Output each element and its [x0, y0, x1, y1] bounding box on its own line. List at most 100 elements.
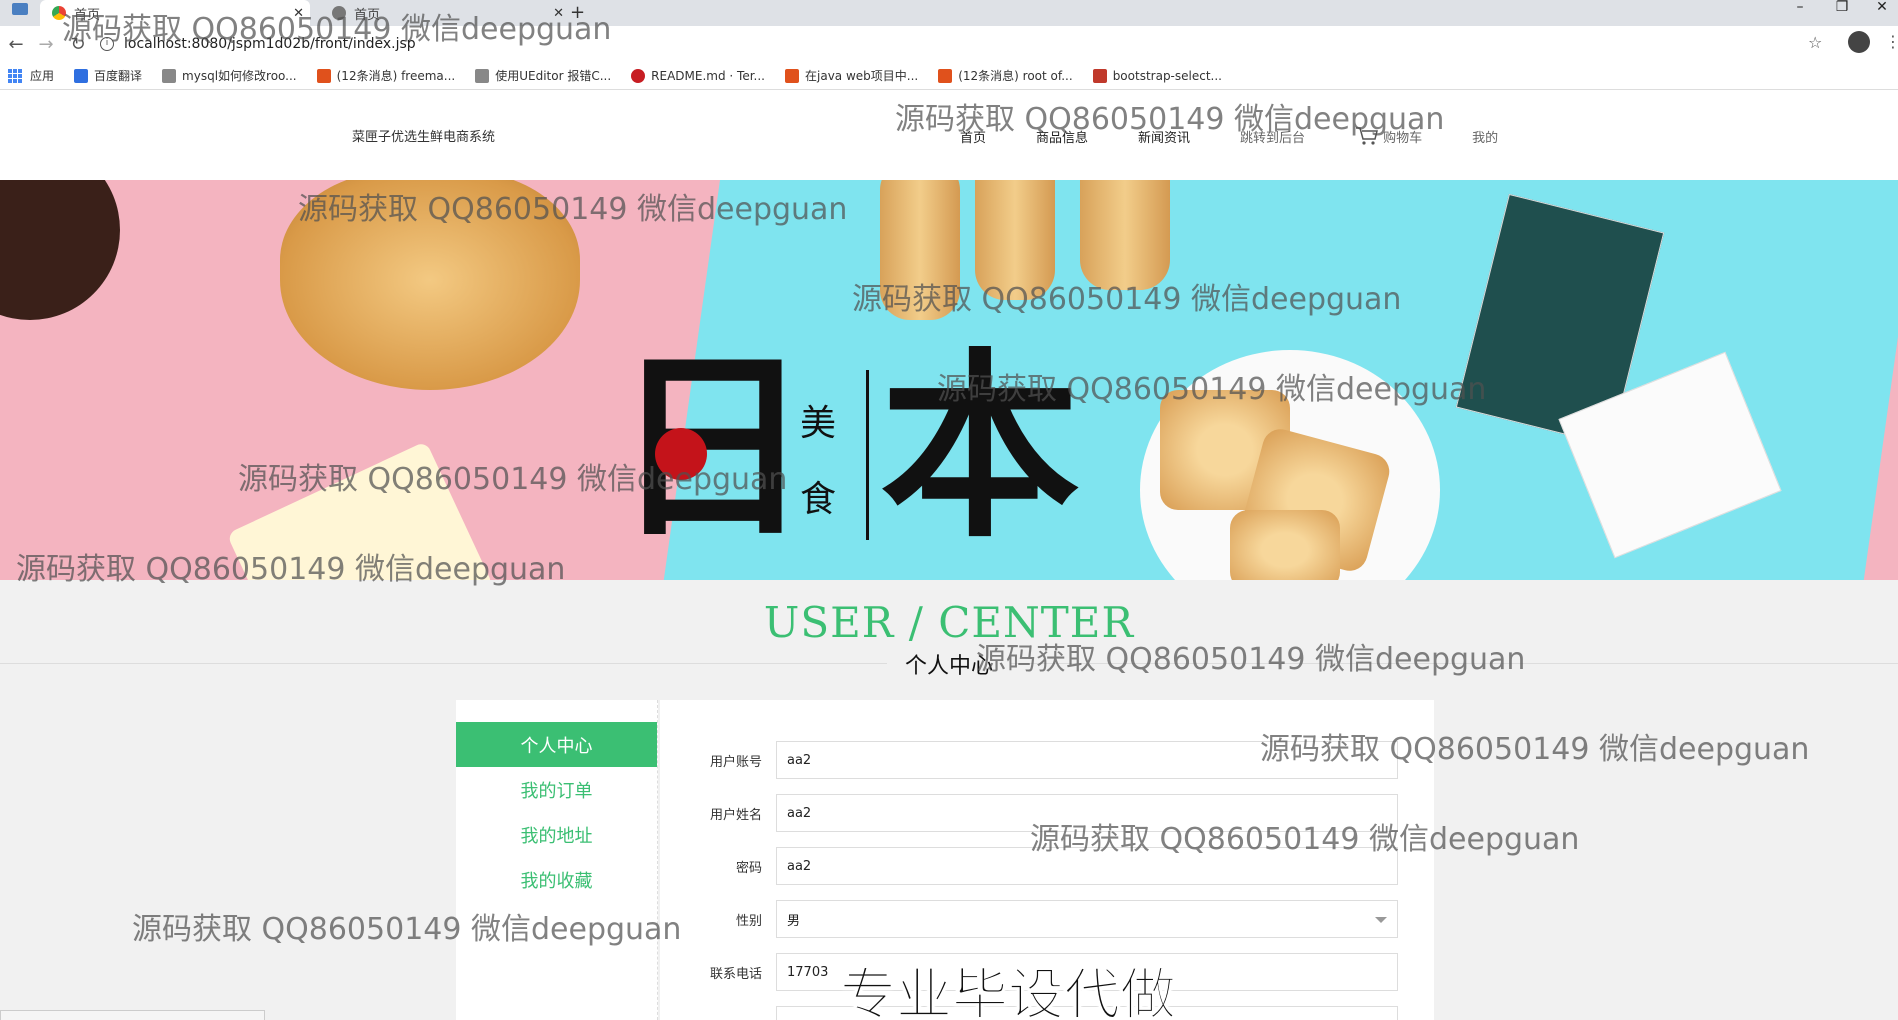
bookmark-label: bootstrap-select... [1112, 68, 1222, 83]
browser-tabstrip: 首页 ✕ 首页 ✕ + – ❐ ✕ [0, 0, 1898, 26]
heart-cookie-image [280, 180, 580, 390]
apps-grid-icon [8, 68, 22, 83]
menu-kebab-icon[interactable]: ⋮ [1885, 32, 1898, 51]
sidebar-item-orders[interactable]: 我的订单 [456, 767, 657, 812]
banner-divider [764, 370, 767, 520]
biscuit-image [1230, 510, 1340, 580]
bookmark-item[interactable]: 百度翻译 [74, 67, 142, 84]
phone-label: 联系电话 [709, 966, 762, 982]
nav-products[interactable]: 商品信息 [1036, 127, 1088, 146]
forward-arrow-icon[interactable]: → [34, 34, 58, 55]
account-input[interactable]: aa2 [776, 741, 1398, 779]
cookie-roll-image [975, 180, 1055, 300]
bookmark-label: 在java web项目中... [805, 69, 919, 83]
cookie-roll-image [1080, 180, 1170, 290]
gender-value: 男 [787, 913, 801, 929]
close-tab-icon[interactable]: ✕ [293, 6, 304, 21]
csdn-icon [785, 68, 799, 83]
browser-tab-2[interactable]: 首页 ✕ [320, 0, 570, 26]
sidebar-item-address[interactable]: 我的地址 [456, 812, 657, 857]
banner-char-mei: 美 [800, 403, 837, 444]
reload-icon[interactable]: ↻ [66, 34, 90, 55]
nav-mine[interactable]: 我的 [1472, 127, 1498, 146]
bookmark-label: 百度翻译 [94, 69, 143, 83]
url-field[interactable]: i localhost:8080/jspm1d02b/front/index.j… [100, 31, 1820, 57]
globe-icon [332, 6, 346, 20]
name-label: 用户姓名 [709, 807, 762, 823]
chevron-down-icon [1375, 917, 1387, 923]
new-tab-button[interactable]: + [570, 2, 585, 23]
gitee-icon [631, 68, 646, 83]
restore-button[interactable]: ❐ [1822, 0, 1862, 14]
hero-banner[interactable]: 日 美 食 本 [0, 180, 1898, 580]
url-text: localhost:8080/jspm1d02b/front/index.jsp [124, 36, 416, 52]
nav-cart[interactable]: 购物车 [1355, 126, 1422, 146]
bookmark-item[interactable]: mysql如何修改roo... [162, 67, 297, 84]
nav-admin[interactable]: 跳转到后台 [1240, 127, 1305, 146]
site-header: 菜匣子优选生鲜电商系统 首页 商品信息 新闻资讯 跳转到后台 购物车 我的 [0, 90, 1898, 180]
close-window-button[interactable]: ✕ [1862, 0, 1898, 14]
bookmark-apps[interactable]: 应用 [8, 67, 54, 84]
chrome-favicon-icon [52, 6, 66, 20]
page-icon [1092, 68, 1107, 83]
banner-divider [866, 370, 869, 540]
password-input[interactable]: aa2 [776, 847, 1398, 885]
sidebar-item-profile[interactable]: 个人中心 [456, 722, 657, 767]
form-row-password: 密码 aa2 [660, 846, 1434, 886]
form-row-name: 用户姓名 aa2 [660, 793, 1434, 833]
form-row-gender: 性别 男 [660, 899, 1434, 939]
name-input[interactable]: aa2 [776, 794, 1398, 832]
bookmark-item[interactable]: (12条消息) root of... [938, 67, 1073, 84]
bookmark-item[interactable]: 使用UEditor 报错C... [475, 67, 611, 84]
gender-label: 性别 [735, 913, 762, 929]
gender-select[interactable]: 男 [776, 900, 1398, 938]
address-bar: ← → ↻ i localhost:8080/jspm1d02b/front/i… [0, 26, 1898, 62]
tab-2-label: 首页 [354, 7, 381, 23]
page-icon [162, 68, 177, 83]
back-arrow-icon[interactable]: ← [4, 34, 28, 55]
password-label: 密码 [735, 860, 762, 876]
bookmark-label: 使用UEditor 报错C... [495, 69, 612, 83]
cart-icon [1356, 127, 1379, 145]
chocolate-image [0, 180, 120, 320]
account-label: 用户账号 [709, 754, 762, 770]
main-nav: 首页 商品信息 新闻资讯 跳转到后台 购物车 我的 [960, 126, 1548, 146]
bookmark-item[interactable]: (12条消息) freema... [316, 67, 456, 84]
minimize-button[interactable]: – [1780, 0, 1820, 14]
bookmark-label: (12条消息) freema... [336, 69, 456, 83]
section-subtitle-text: 个人中心 [886, 654, 1011, 679]
close-tab-icon[interactable]: ✕ [553, 6, 564, 21]
browser-tab-1[interactable]: 首页 ✕ [40, 0, 310, 26]
bookmarks-bar: 应用 百度翻译 mysql如何修改roo... (12条消息) freema..… [0, 62, 1898, 90]
banner-char-ri: 日 [612, 330, 813, 565]
form-row-account: 用户账号 aa2 [660, 740, 1434, 780]
bookmark-item[interactable]: bootstrap-select... [1092, 68, 1222, 83]
sidebar-item-favorites[interactable]: 我的收藏 [456, 857, 657, 902]
banner-char-ben: 本 [880, 330, 1081, 565]
bookmark-item[interactable]: 在java web项目中... [785, 67, 918, 84]
baidu-translate-icon [74, 68, 89, 83]
cookie-roll-image [880, 180, 960, 320]
bookmark-label: (12条消息) root of... [958, 69, 1073, 83]
info-icon[interactable]: i [100, 37, 114, 51]
nav-home[interactable]: 首页 [960, 127, 986, 146]
profile-avatar-icon[interactable] [1848, 31, 1870, 53]
tab-1-label: 首页 [74, 7, 101, 23]
bookmark-label: mysql如何修改roo... [182, 69, 297, 83]
section-title: USER / CENTER [763, 598, 1135, 647]
page-icon [475, 68, 490, 83]
status-bar [0, 1010, 265, 1020]
banner-char-shi: 食 [800, 479, 837, 520]
bookmark-label: 应用 [30, 69, 55, 83]
csdn-icon [938, 68, 953, 83]
butter-image [226, 441, 494, 580]
site-brand[interactable]: 菜匣子优选生鲜电商系统 [352, 126, 495, 145]
bookmark-label: README.md · Ter... [651, 68, 765, 83]
red-sun-icon [655, 428, 707, 480]
section-subtitle: 个人中心 [0, 648, 1898, 680]
nav-cart-label: 购物车 [1383, 130, 1423, 146]
mail-icon[interactable] [12, 3, 28, 15]
bookmark-star-icon[interactable]: ☆ [1808, 33, 1822, 52]
bookmark-item[interactable]: README.md · Ter... [631, 68, 765, 83]
nav-news[interactable]: 新闻资讯 [1138, 127, 1190, 146]
